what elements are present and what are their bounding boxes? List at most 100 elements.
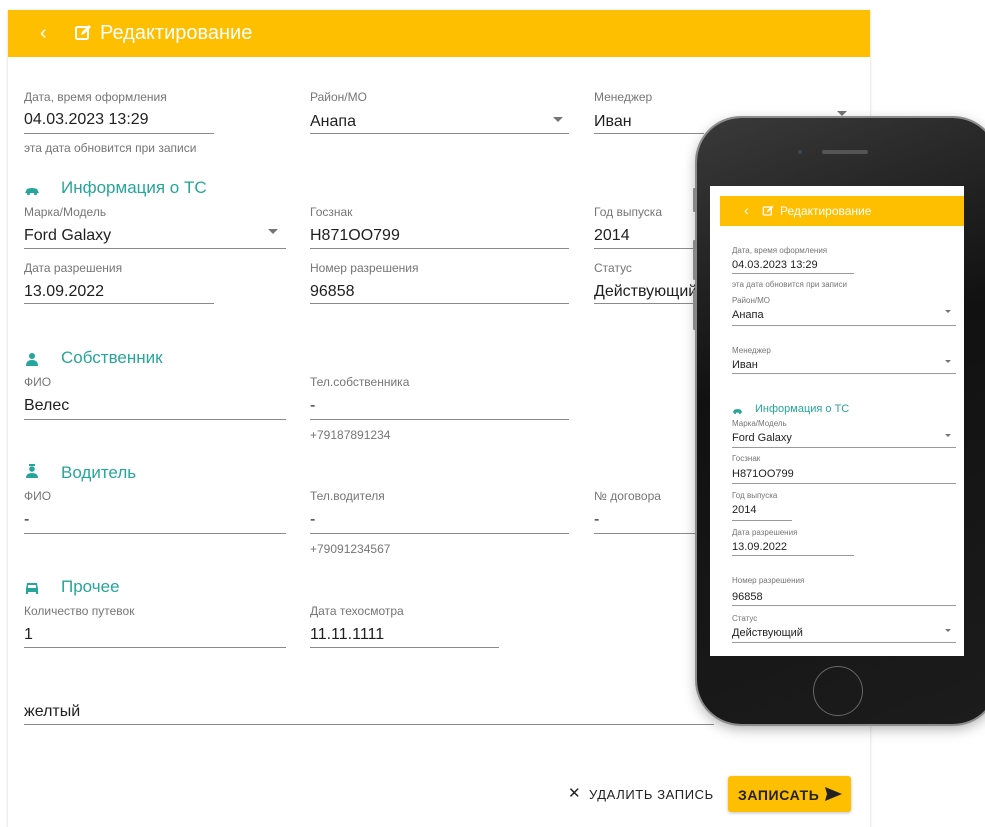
phone-permit-number-label: Номер разрешения: [732, 576, 805, 585]
edit-icon: [75, 25, 91, 40]
phone-manager-underline: [732, 373, 956, 374]
chevron-down-icon[interactable]: [945, 434, 951, 437]
manager-label: Менеджер: [594, 90, 653, 104]
manager-underline: [594, 133, 704, 134]
phone-year-label: Год выпуска: [732, 491, 778, 500]
permit-number-underline: [310, 303, 569, 304]
vehicle-section-title: Информация о ТС: [61, 178, 207, 197]
date-input[interactable]: 04.03.2023 13:29: [24, 110, 149, 130]
chevron-down-icon[interactable]: [268, 229, 278, 234]
send-icon: [825, 787, 842, 801]
phone-volume-down: [693, 290, 697, 330]
model-select[interactable]: Ford Galaxy: [24, 226, 111, 246]
driver-section-title: Водитель: [61, 463, 137, 482]
year-input[interactable]: 2014: [594, 226, 630, 246]
save-button-label: ЗАПИСАТЬ: [738, 787, 820, 803]
phone-manager-select[interactable]: Иван: [732, 359, 758, 372]
phone-volume-up: [693, 240, 697, 280]
phone-date-underline: [732, 273, 854, 274]
driver-phone-input[interactable]: -: [310, 510, 315, 530]
trips-input[interactable]: 1: [24, 625, 33, 645]
driver-phone-hint: +79091234567: [310, 542, 391, 556]
driver-name-label: ФИО: [24, 489, 52, 503]
inspection-input[interactable]: 11.11.1111: [310, 625, 384, 645]
plate-underline: [310, 248, 569, 249]
phone-permit-number-underline: [732, 605, 956, 606]
phone-status-underline: [732, 642, 956, 643]
chevron-down-icon[interactable]: [945, 629, 951, 632]
plate-input[interactable]: Н871ОО799: [310, 226, 400, 246]
phone-manager-label: Менеджер: [732, 346, 771, 355]
save-button[interactable]: ЗАПИСАТЬ: [728, 776, 851, 812]
owner-phone-input[interactable]: -: [310, 396, 315, 416]
color-input[interactable]: желтый: [24, 702, 80, 722]
phone-permit-number-input[interactable]: 96858: [732, 591, 763, 604]
trips-underline: [24, 647, 286, 648]
status-label: Статус: [594, 261, 632, 275]
car-icon: [25, 188, 39, 196]
camera-icon: [798, 150, 802, 154]
phone-model-select[interactable]: Ford Galaxy: [732, 432, 792, 445]
owner-phone-underline: [310, 419, 569, 420]
phone-screen: ‹ Редактирование Дата, время оформления …: [710, 186, 964, 656]
district-select[interactable]: Анапа: [310, 112, 356, 132]
model-underline: [24, 248, 286, 249]
phone-date-input[interactable]: 04.03.2023 13:29: [732, 259, 818, 272]
status-underline: [594, 303, 704, 304]
manager-select[interactable]: Иван: [594, 112, 632, 132]
delete-button-label: УДАЛИТЬ ЗАПИСЬ: [589, 787, 714, 802]
home-button[interactable]: [813, 666, 863, 716]
phone-year-input[interactable]: 2014: [732, 504, 756, 517]
phone-district-underline: [732, 325, 956, 326]
driver-icon: [26, 464, 38, 478]
phone-side-button: [693, 188, 697, 212]
permit-date-label: Дата разрешения: [24, 261, 123, 275]
driver-name-input[interactable]: -: [24, 510, 29, 530]
phone-year-underline: [732, 520, 792, 521]
chevron-left-icon[interactable]: ‹: [744, 203, 749, 217]
owner-name-label: ФИО: [24, 375, 52, 389]
phone-plate-input[interactable]: Н871ОО799: [732, 468, 794, 481]
color-underline: [24, 724, 714, 725]
date-label: Дата, время оформления: [24, 90, 167, 104]
phone-district-select[interactable]: Анапа: [732, 309, 764, 322]
page-title: Редактирование: [100, 22, 253, 44]
phone-status-label: Статус: [732, 614, 758, 623]
permit-date-input[interactable]: 13.09.2022: [24, 282, 104, 302]
chevron-left-icon[interactable]: ‹: [40, 22, 47, 44]
phone-district-label: Район/МО: [732, 296, 770, 305]
chevron-down-icon[interactable]: [945, 310, 951, 313]
close-icon: ✕: [568, 785, 582, 802]
person-icon: [26, 353, 38, 366]
owner-name-underline: [24, 419, 286, 420]
owner-name-input[interactable]: Велес: [24, 396, 69, 416]
other-section-title: Прочее: [61, 577, 120, 596]
phone-permit-date-underline: [732, 555, 854, 556]
phone-status-select[interactable]: Действующий: [732, 627, 803, 640]
chevron-down-icon[interactable]: [553, 117, 563, 122]
phone-date-label: Дата, время оформления: [732, 246, 828, 255]
district-underline: [310, 133, 569, 134]
status-select[interactable]: Действующий: [594, 282, 697, 302]
contract-input[interactable]: -: [594, 510, 599, 530]
edit-icon: [762, 205, 774, 216]
chevron-down-icon[interactable]: [837, 111, 847, 116]
year-underline: [594, 248, 694, 249]
phone-permit-date-input[interactable]: 13.09.2022: [732, 541, 787, 554]
inspection-underline: [310, 647, 499, 648]
permit-number-label: Номер разрешения: [310, 261, 419, 275]
inspection-label: Дата техосмотра: [310, 604, 404, 618]
date-underline: [24, 133, 214, 134]
model-label: Марка/Модель: [24, 205, 107, 219]
driver-phone-underline: [310, 533, 569, 534]
district-label: Район/МО: [310, 90, 367, 104]
phone-page-title: Редактирование: [780, 204, 872, 218]
owner-section-title: Собственник: [61, 348, 163, 367]
contract-label: № договора: [594, 489, 661, 503]
phone-app-header: ‹ Редактирование: [720, 196, 964, 226]
phone-permit-date-label: Дата разрешения: [732, 528, 798, 537]
permit-number-input[interactable]: 96858: [310, 282, 355, 302]
phone-model-label: Марка/Модель: [732, 419, 787, 428]
chevron-down-icon[interactable]: [945, 360, 951, 363]
phone-model-underline: [732, 447, 956, 448]
